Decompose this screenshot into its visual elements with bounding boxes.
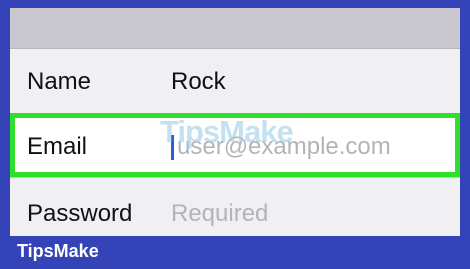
email-row[interactable]: Email: [10, 113, 460, 177]
password-row[interactable]: Password Required: [10, 178, 460, 236]
text-cursor: [171, 135, 174, 160]
name-value[interactable]: Rock: [171, 68, 226, 96]
email-input-wrapper[interactable]: [171, 132, 451, 162]
email-label: Email: [27, 133, 88, 160]
password-placeholder[interactable]: Required: [171, 200, 268, 228]
password-label: Password: [27, 200, 133, 227]
name-row[interactable]: Name Rock: [10, 49, 460, 113]
tipsmake-brand-label: TipsMake: [17, 241, 99, 261]
email-input[interactable]: [171, 132, 447, 162]
name-label: Name: [27, 68, 92, 95]
settings-form-screen: Name Rock Email Password Required TipsMa…: [10, 8, 460, 236]
top-bar: [10, 8, 460, 49]
